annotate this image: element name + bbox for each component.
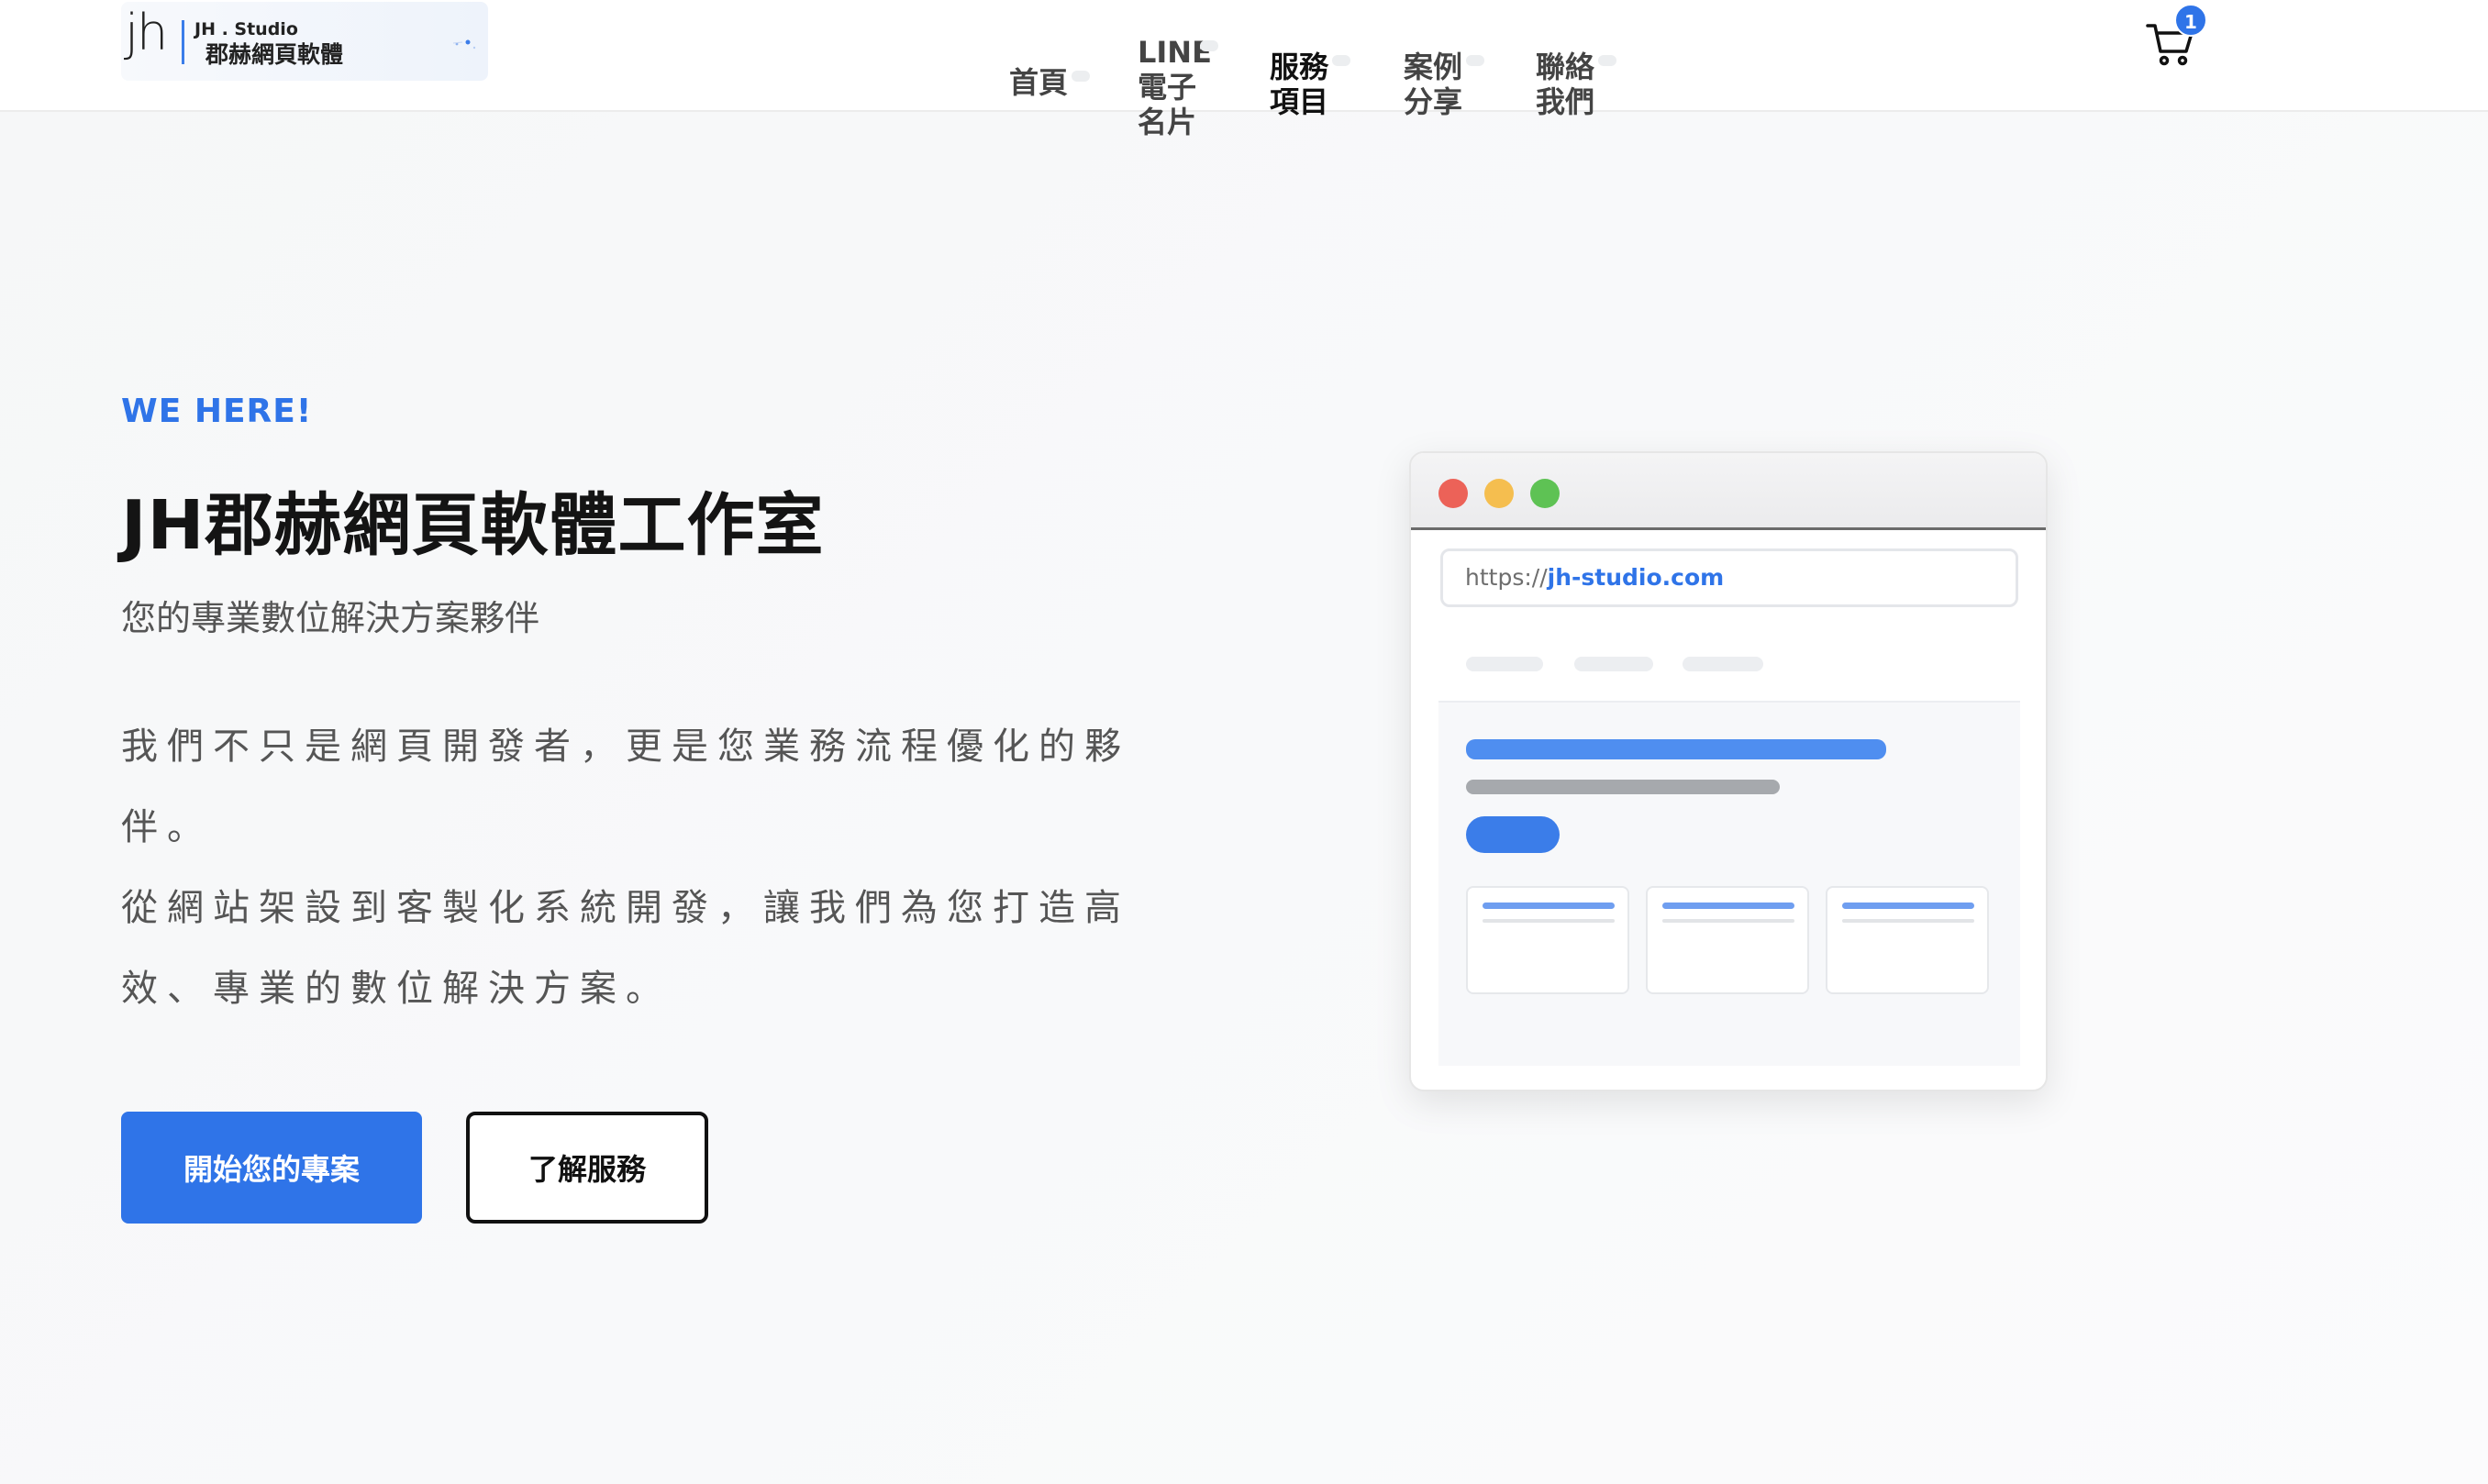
nav-contact-label: 聯絡 我們 [1536, 50, 1595, 119]
logo-name-zh: 郡赫網頁軟體 [205, 41, 344, 68]
window-close-dot [1438, 479, 1468, 508]
mockup-card-text-placeholder [1662, 919, 1794, 923]
mockup-card [1646, 886, 1809, 994]
site-header: jh JH . Studio 郡赫網頁軟體 首頁 LINE 電子 名片 服務 項… [0, 0, 2488, 139]
mockup-titlebar [1411, 453, 2046, 530]
hero-description-line: 從網站架設到客製化系統開發，讓我們為您打造高效、專業的數位解決方案。 [121, 887, 1130, 1010]
mockup-card-title-placeholder [1662, 903, 1794, 909]
mockup-card-text-placeholder [1483, 919, 1615, 923]
hero-subtitle: 您的專業數位解決方案夥伴 [121, 598, 540, 638]
nav-home-label: 首頁 [1009, 65, 1069, 100]
hero-description: 我們不只是網頁開發者，更是您業務流程優化的夥伴。 從網站架設到客製化系統開發，讓… [121, 706, 1139, 1029]
mockup-text-placeholder [1466, 780, 1780, 794]
mockup-card-text-placeholder [1842, 919, 1974, 923]
window-minimize-dot [1484, 479, 1514, 508]
hero-eyebrow: WE HERE! [121, 393, 313, 430]
mockup-card-title-placeholder [1842, 903, 1974, 909]
mockup-nav-placeholder [1683, 657, 1763, 671]
mockup-card [1466, 886, 1629, 994]
window-maximize-dot [1530, 479, 1560, 508]
mockup-card [1826, 886, 1989, 994]
start-project-button[interactable]: 開始您的專案 [121, 1112, 422, 1224]
learn-services-button[interactable]: 了解服務 [466, 1112, 708, 1224]
sparkle-icon [452, 39, 476, 50]
nav-home[interactable]: 首頁 [1009, 30, 1090, 135]
hero-description-line: 我們不只是網頁開發者，更是您業務流程優化的夥伴。 [121, 725, 1130, 848]
nav-contact[interactable]: 聯絡 我們 [1536, 15, 1616, 154]
nav-line-card-label: LINE 電子 名片 [1138, 35, 1212, 139]
nav-cases[interactable]: 案例 分享 [1404, 15, 1484, 154]
mockup-nav-placeholder [1574, 657, 1653, 671]
nav-services[interactable]: 服務 項目 [1270, 15, 1350, 154]
mockup-url-bar: https://jh-studio.com [1440, 548, 2018, 607]
hero-title: JH郡赫網頁軟體工作室 [121, 486, 825, 565]
url-domain: jh-studio.com [1547, 564, 1725, 591]
site-logo[interactable]: jh JH . Studio 郡赫網頁軟體 [121, 2, 488, 81]
browser-mockup: https://jh-studio.com [1409, 451, 2048, 1091]
mockup-nav-placeholder [1466, 657, 1543, 671]
logo-name-en: JH . Studio [194, 19, 298, 39]
nav-line-card[interactable]: LINE 電子 名片 [1138, 0, 1218, 174]
nav-services-label: 服務 項目 [1270, 50, 1329, 119]
mockup-card-title-placeholder [1483, 903, 1615, 909]
logo-mark: jh [125, 4, 168, 61]
cart-count-badge: 1 [2174, 4, 2207, 37]
url-protocol: https:// [1465, 564, 1548, 591]
logo-separator [182, 20, 184, 64]
mockup-heading-placeholder [1466, 739, 1886, 759]
mockup-content [1438, 703, 2020, 1066]
mockup-button-placeholder [1466, 816, 1560, 853]
nav-cases-label: 案例 分享 [1404, 50, 1463, 119]
